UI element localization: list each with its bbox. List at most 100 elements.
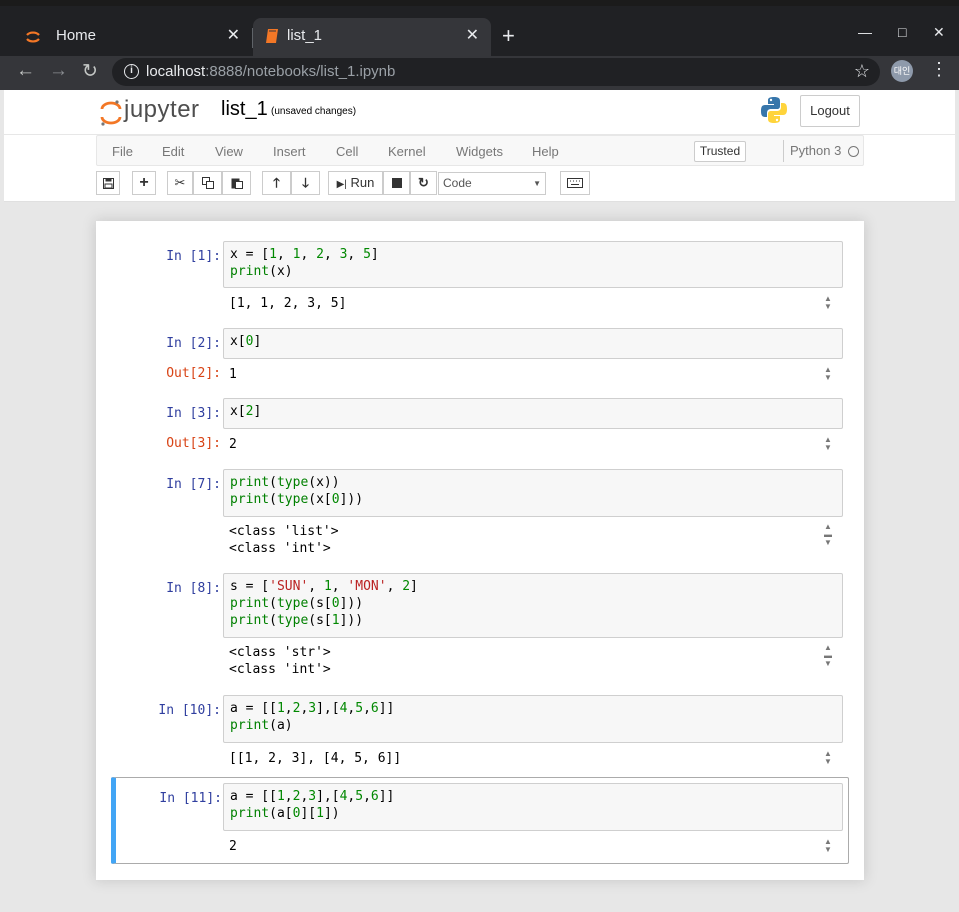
close-tab-icon[interactable]: ✕ — [466, 25, 479, 45]
menu-kernel[interactable]: Kernel — [388, 144, 426, 159]
stop-icon — [391, 178, 402, 188]
code-input[interactable]: x = [1, 1, 2, 3, 5] print(x) — [223, 241, 843, 288]
tab-title: list_1 — [287, 27, 323, 44]
selected-code-cell[interactable]: In [11]: a = [[1,2,3],[4,5,6]] print(a[0… — [111, 777, 849, 864]
cell-output: 2 — [229, 437, 237, 452]
output-scroll-icon[interactable]: ▲ ▼ — [823, 366, 833, 382]
site-info-icon[interactable]: i — [124, 64, 139, 79]
browser-tab-bar: Home ✕ list_1 ✕ + — □ ✕ — [0, 6, 959, 56]
step-forward-icon: ▶| — [336, 179, 347, 190]
code-cell[interactable]: In [3]: x[2] Out[3]: 2 ▲ ▼ — [111, 394, 849, 458]
arrow-down-icon: 🡓 — [302, 175, 309, 190]
menu-insert[interactable]: Insert — [273, 144, 306, 159]
menu-help[interactable]: Help — [532, 144, 559, 159]
jupyter-logo[interactable]: jupyter — [100, 96, 210, 126]
code-input[interactable]: a = [[1,2,3],[4,5,6]] print(a) — [223, 695, 843, 743]
output-scroll-icon[interactable]: ▲ ▬ ▼ — [823, 523, 833, 547]
menu-cell[interactable]: Cell — [336, 144, 358, 159]
maximize-icon[interactable]: □ — [898, 24, 906, 40]
restart-button[interactable]: ↻ — [410, 171, 437, 195]
menu-file[interactable]: File — [112, 144, 133, 159]
close-tab-icon[interactable]: ✕ — [227, 25, 240, 45]
save-status: (unsaved changes) — [271, 106, 357, 117]
notebook-favicon-icon — [266, 29, 278, 43]
command-palette-button[interactable] — [560, 171, 590, 195]
code-input[interactable]: a = [[1,2,3],[4,5,6]] print(a[0][1]) — [223, 783, 843, 831]
tab-home[interactable]: Home ✕ — [8, 18, 253, 56]
plus-icon: + — [139, 174, 149, 191]
profile-avatar[interactable]: 대인 — [891, 60, 913, 82]
output-prompt: Out[3]: — [166, 436, 221, 451]
cut-button[interactable]: ✂ — [167, 171, 193, 195]
tab-list-1[interactable]: list_1 ✕ — [253, 18, 491, 56]
notebook-toolbar: + ✂ 🡑 🡓 ▶| Run ↻ Code ▼ — [96, 171, 864, 197]
notebook-container: In [1]: x = [1, 1, 2, 3, 5] print(x) [1,… — [96, 221, 864, 880]
scissors-icon: ✂ — [174, 175, 186, 190]
code-input[interactable]: print(type(x)) print(type(x[0])) — [223, 469, 843, 517]
output-scroll-icon[interactable]: ▲ ▼ — [823, 838, 833, 854]
close-window-icon[interactable]: ✕ — [933, 24, 945, 41]
browser-menu-icon[interactable]: ⋮ — [930, 59, 948, 80]
cell-type-value: Code — [443, 176, 472, 190]
code-cell[interactable]: In [1]: x = [1, 1, 2, 3, 5] print(x) [1,… — [111, 237, 849, 317]
move-down-button[interactable]: 🡓 — [291, 171, 320, 195]
interrupt-button[interactable] — [383, 171, 410, 195]
arrow-up-icon: 🡑 — [273, 175, 280, 190]
kernel-name: Python 3 — [783, 140, 841, 162]
code-cell[interactable]: In [2]: x[0] Out[2]: 1 ▲ ▼ — [111, 324, 849, 388]
save-button[interactable] — [96, 171, 120, 195]
code-cell[interactable]: In [10]: a = [[1,2,3],[4,5,6]] print(a) … — [111, 691, 849, 771]
back-icon[interactable]: ← — [16, 60, 35, 82]
menu-widgets[interactable]: Widgets — [456, 144, 503, 159]
copy-icon — [201, 177, 214, 189]
forward-icon[interactable]: → — [49, 60, 68, 82]
jupyter-header: jupyter list_1 (unsaved changes) Logout … — [4, 90, 955, 202]
output-scroll-icon[interactable]: ▲ ▼ — [823, 436, 833, 452]
run-button[interactable]: ▶| Run — [328, 171, 383, 195]
trusted-indicator[interactable]: Trusted — [694, 141, 746, 162]
cell-output: 1 — [229, 367, 237, 382]
move-up-button[interactable]: 🡑 — [262, 171, 291, 195]
jupyter-favicon-icon — [26, 31, 40, 43]
output-prompt: Out[2]: — [166, 366, 221, 381]
code-input[interactable]: x[2] — [223, 398, 843, 429]
cell-output: 2 — [229, 839, 237, 854]
notebook-name[interactable]: list_1 — [221, 98, 268, 121]
cell-type-select[interactable]: Code ▼ — [438, 172, 546, 195]
code-input[interactable]: x[0] — [223, 328, 843, 359]
input-prompt: In [10]: — [158, 703, 221, 718]
save-icon — [102, 178, 114, 189]
insert-cell-button[interactable]: + — [132, 171, 156, 195]
code-input[interactable]: s = ['SUN', 1, 'MON', 2] print(type(s[0]… — [223, 573, 843, 638]
code-cell[interactable]: In [7]: print(type(x)) print(type(x[0]))… — [111, 465, 849, 561]
output-scroll-icon[interactable]: ▲ ▼ — [823, 750, 833, 766]
cell-output: <class 'str'> <class 'int'> — [229, 645, 331, 677]
minimize-icon[interactable]: — — [858, 24, 872, 40]
input-prompt: In [1]: — [166, 249, 221, 264]
address-bar[interactable]: i localhost:8888/notebooks/list_1.ipynb … — [112, 58, 880, 86]
copy-button[interactable] — [193, 171, 222, 195]
python-logo-icon — [761, 97, 787, 123]
menu-bar: File Edit View Insert Cell Kernel Widget… — [96, 135, 864, 166]
menu-view[interactable]: View — [215, 144, 243, 159]
keyboard-icon — [567, 178, 583, 188]
paste-button[interactable] — [222, 171, 251, 195]
input-prompt: In [11]: — [159, 791, 222, 806]
reload-icon[interactable]: ↻ — [82, 60, 98, 83]
output-scroll-icon[interactable]: ▲ ▼ — [823, 295, 833, 311]
cell-output: [[1, 2, 3], [4, 5, 6]] — [229, 751, 402, 766]
input-prompt: In [2]: — [166, 336, 221, 351]
dropdown-arrow-icon: ▼ — [533, 179, 541, 188]
new-tab-icon[interactable]: + — [502, 23, 515, 49]
menu-edit[interactable]: Edit — [162, 144, 184, 159]
logout-button[interactable]: Logout — [800, 95, 860, 127]
paste-icon — [231, 178, 243, 189]
input-prompt: In [8]: — [166, 581, 221, 596]
cell-output: [1, 1, 2, 3, 5] — [229, 296, 347, 311]
code-cell[interactable]: In [8]: s = ['SUN', 1, 'MON', 2] print(t… — [111, 569, 849, 681]
restart-icon: ↻ — [418, 175, 429, 190]
run-label: Run — [350, 175, 375, 190]
bookmark-star-icon[interactable]: ☆ — [854, 61, 870, 82]
output-scroll-icon[interactable]: ▲ ▬ ▼ — [823, 644, 833, 668]
url-text[interactable]: localhost:8888/notebooks/list_1.ipynb — [146, 63, 395, 80]
